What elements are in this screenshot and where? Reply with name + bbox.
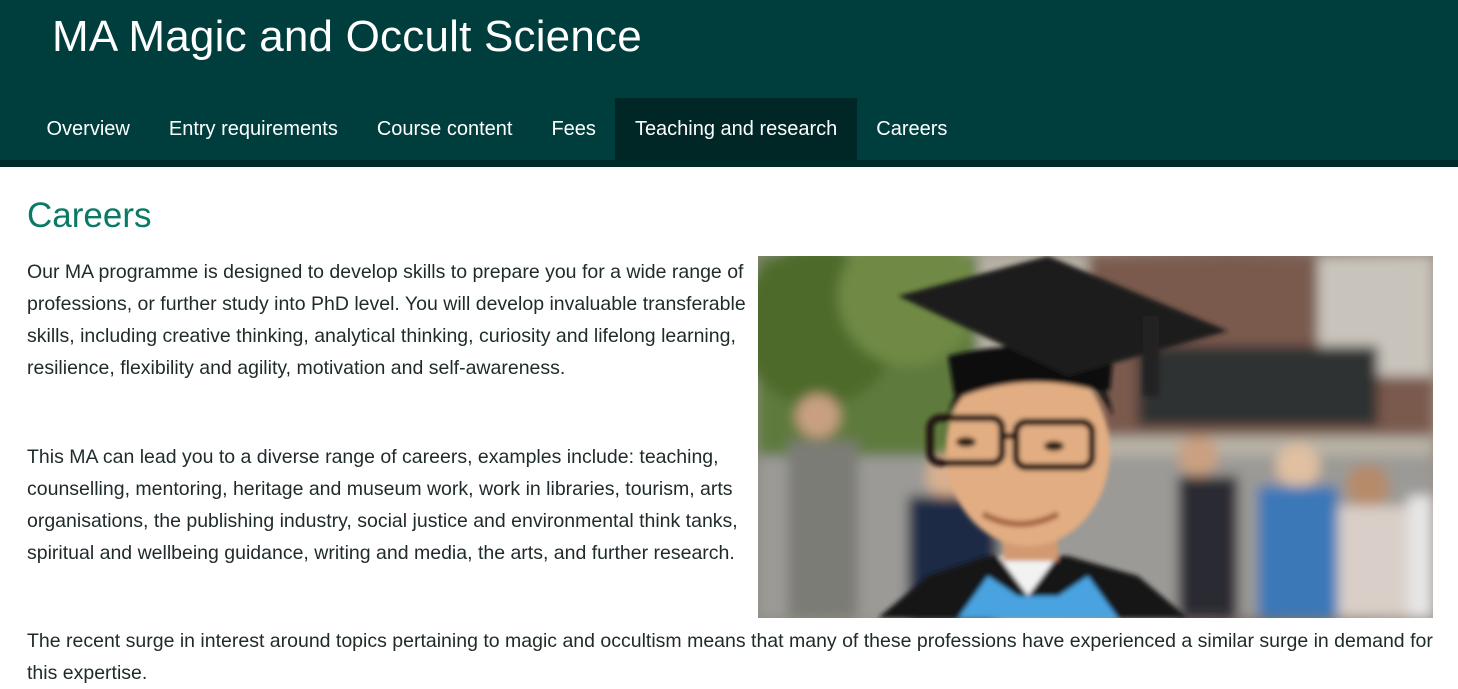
tab-course-content[interactable]: Course content — [357, 98, 532, 160]
section-heading: Careers — [27, 196, 152, 235]
tab-careers[interactable]: Careers — [857, 98, 967, 160]
site-header: MA Magic and Occult Science Overview Ent… — [0, 0, 1458, 167]
page-title: MA Magic and Occult Science — [52, 12, 642, 61]
graduate-photo — [758, 256, 1433, 618]
tab-fees[interactable]: Fees — [532, 98, 615, 160]
course-nav: Overview Entry requirements Course conte… — [27, 98, 967, 160]
tab-entry-requirements[interactable]: Entry requirements — [149, 98, 357, 160]
tab-teaching-and-research[interactable]: Teaching and research — [615, 98, 857, 160]
careers-paragraph-demand: The recent surge in interest around topi… — [27, 630, 1433, 684]
header-divider — [0, 160, 1458, 167]
careers-paragraph-careers: This MA can lead you to a diverse range … — [27, 446, 738, 564]
tab-overview[interactable]: Overview — [27, 98, 149, 160]
careers-paragraph-skills: Our MA programme is designed to develop … — [27, 261, 746, 379]
